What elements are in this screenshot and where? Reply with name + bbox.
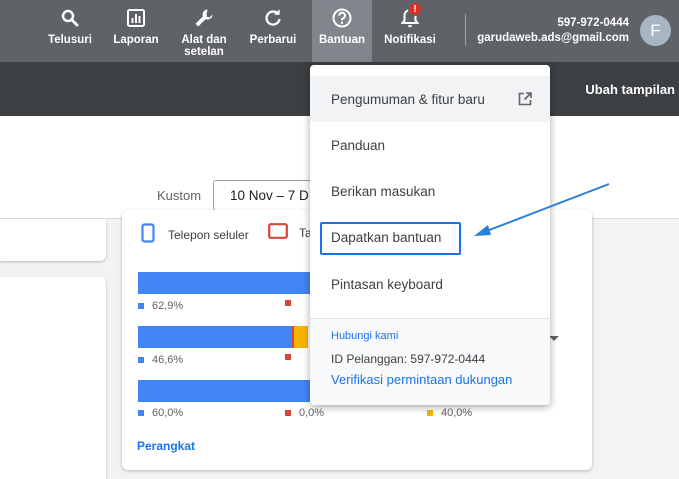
menu-item-guide-label: Panduan [331,137,386,153]
bar-label-row-3-tablet: 0,0% [285,407,324,419]
toolbar-notifications-label: Notifikasi [384,34,436,46]
get-help-highlight-box [320,222,461,255]
bar-segment-desktop [294,326,308,348]
toolbar-tools-settings-button[interactable]: Alat dan setelan [176,0,232,62]
bar-segment-mobile [138,272,318,294]
left-card-top [0,219,106,261]
legend-tablet[interactable]: Ta [268,223,312,242]
device-bar-row-2[interactable] [138,326,308,348]
menu-item-keyboard-shortcuts-label: Pintasan keyboard [331,276,443,292]
notification-badge: ! [408,2,422,16]
toolbar-reports-button[interactable]: Laporan [110,0,162,62]
left-card-bottom [0,277,106,479]
devices-link[interactable]: Perangkat [137,439,195,453]
wrench-icon [194,8,214,28]
toolbar-search-label: Telusuri [48,34,92,46]
toolbar-search-button[interactable]: Telusuri [46,0,94,62]
toolbar-help-button[interactable]: Bantuan [312,0,372,62]
mobile-phone-icon [141,223,155,246]
avatar[interactable]: F [640,15,671,46]
device-bar-row-1[interactable] [138,272,318,294]
toolbar-tools-settings-label: Alat dan setelan [181,34,227,58]
contact-us-heading: Hubungi kami [331,330,399,342]
toolbar-divider [465,14,466,46]
tablet-icon [268,223,288,242]
legend-mobile-label: Telepon seluler [168,227,249,242]
bar-marker-tablet-2 [285,354,299,360]
verify-support-request-link[interactable]: Verifikasi permintaan dukungan [331,372,512,387]
legend-mobile[interactable]: Telepon seluler [141,223,249,246]
bar-label-row-3-mobile: 60,0% [138,407,183,419]
bar-label-row-1: 62,9% [138,300,183,312]
date-range-label: Kustom [157,188,202,203]
device-bar-row-3[interactable] [138,380,318,402]
change-view-button[interactable]: Ubah tampilan [585,82,675,97]
refresh-icon [263,8,283,28]
menu-item-announcements-label: Pengumuman & fitur baru [331,91,485,107]
toolbar-refresh-button[interactable]: Perbarui [247,0,299,62]
account-info[interactable]: 597-972-0444 garudaweb.ads@gmail.com [477,16,629,46]
external-link-icon [518,92,532,109]
account-id: 597-972-0444 [557,17,629,29]
bar-label-row-3-desktop: 40,0% [427,407,472,419]
toolbar-help-label: Bantuan [319,34,365,46]
bar-marker-tablet-1 [285,300,299,306]
bar-segment-mobile [138,380,318,402]
search-icon [60,8,80,28]
toolbar-notifications-button[interactable]: ! Notifikasi [380,0,440,62]
customer-id-text: ID Pelanggan: 597-972-0444 [331,352,486,366]
menu-item-keyboard-shortcuts[interactable]: Pintasan keyboard [310,261,550,307]
chevron-down-icon[interactable] [549,336,559,341]
account-email: garudaweb.ads@gmail.com [477,32,629,44]
help-icon [332,8,352,28]
menu-item-feedback-label: Berikan masukan [331,183,436,199]
report-icon [126,8,146,28]
bar-segment-mobile [138,326,292,348]
bar-label-row-2: 46,6% [138,354,183,366]
annotation-arrow-icon [474,183,610,236]
toolbar-reports-label: Laporan [113,34,159,46]
menu-item-announcements[interactable]: Pengumuman & fitur baru [310,76,550,122]
toolbar-refresh-label: Perbarui [249,34,297,46]
menu-item-guide[interactable]: Panduan [310,122,550,168]
